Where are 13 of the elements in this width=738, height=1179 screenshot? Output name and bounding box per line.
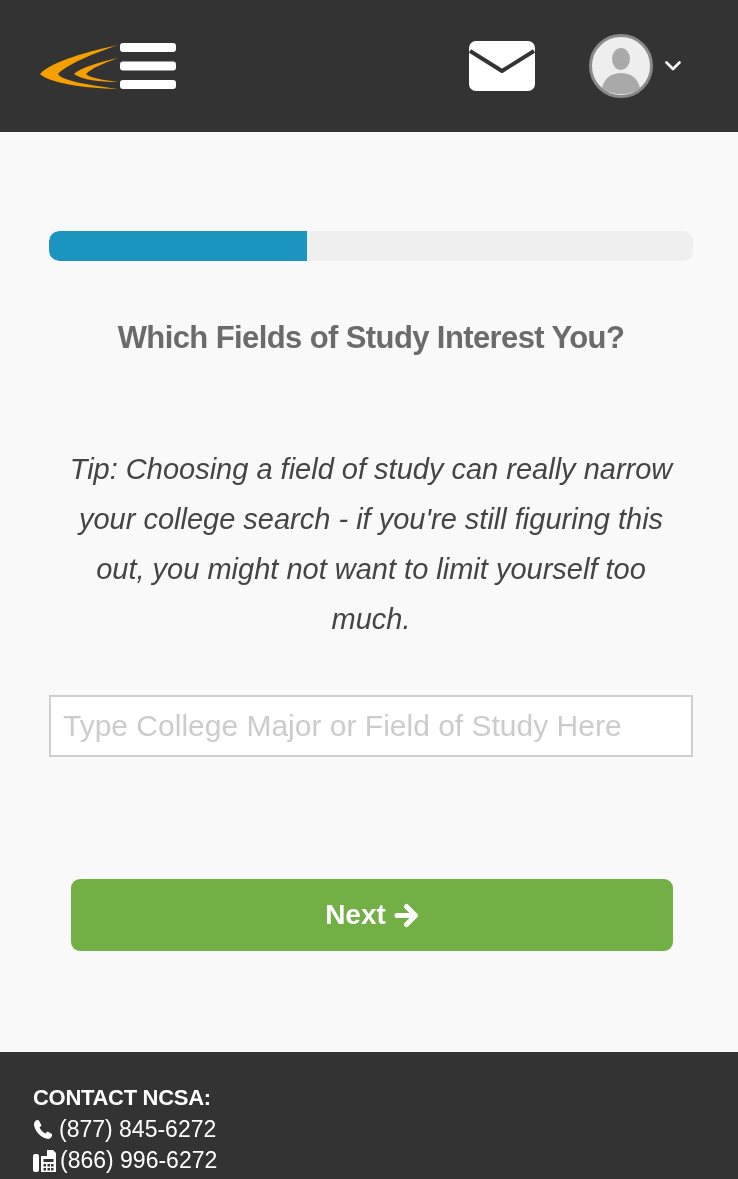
fax-icon	[33, 1149, 56, 1172]
phone-number: (866) 996-6272	[60, 1146, 218, 1175]
page-title: Which Fields of Study Interest You?	[116, 320, 626, 356]
phone-icon	[33, 1119, 53, 1140]
footer-heading: CONTACT NCSA:	[33, 1084, 212, 1112]
tip-text: Tip: Choosing a field of study can really narrow your college search - if you're still figuring this out, you might not want to limit yourself too much.	[68, 452, 675, 637]
mail-icon[interactable]	[469, 41, 535, 91]
chevron-icon[interactable]	[665, 61, 681, 71]
menu-icon[interactable]	[120, 43, 176, 89]
arrow-icon	[393, 902, 419, 928]
next-button[interactable]: Next	[71, 879, 673, 951]
phone-number: (877) 845-6272	[59, 1115, 217, 1144]
avatar-icon[interactable]	[589, 34, 653, 98]
